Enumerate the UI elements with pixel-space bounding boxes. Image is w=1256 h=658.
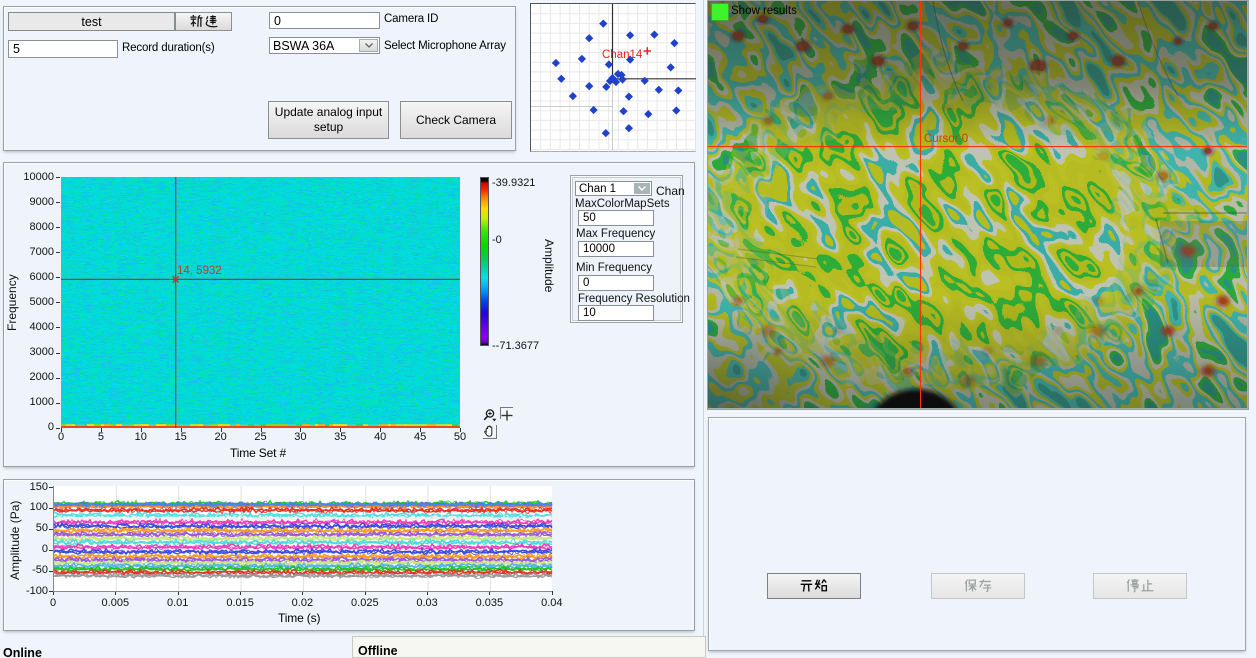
svg-text:Cursor 0: Cursor 0 xyxy=(924,133,968,145)
svg-text:Chan14: Chan14 xyxy=(602,49,643,61)
svg-text:14, 5932: 14, 5932 xyxy=(177,265,222,277)
svg-text:Show results: Show results xyxy=(731,5,797,17)
